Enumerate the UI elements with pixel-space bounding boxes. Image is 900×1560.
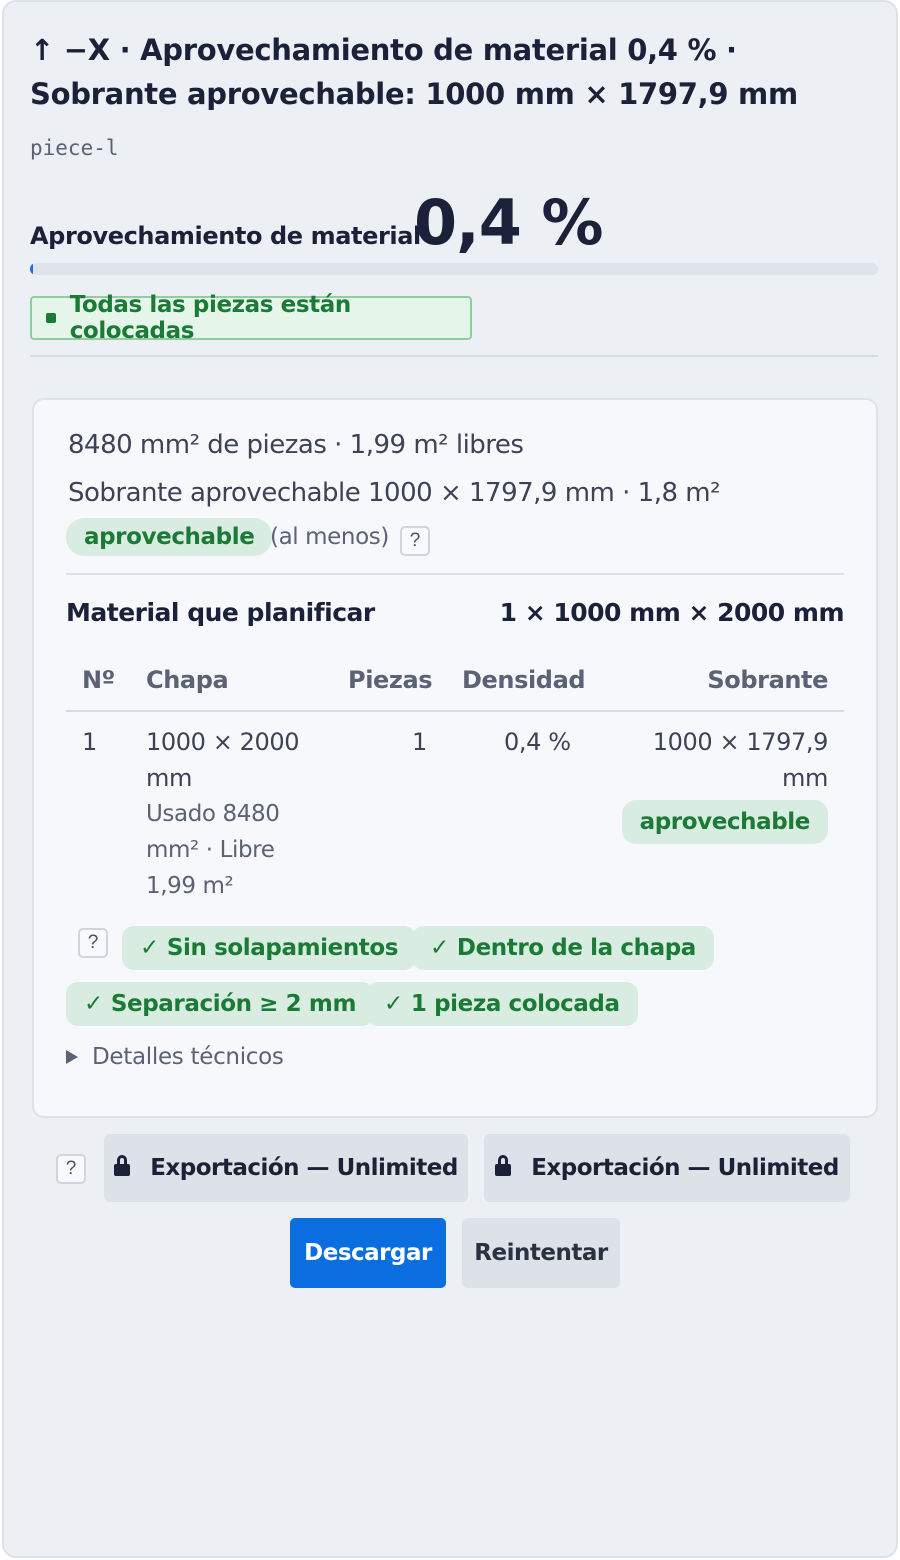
checkmark-icon: ✓	[84, 991, 103, 1017]
technical-details-label: Detalles técnicos	[92, 1044, 284, 1070]
material-plan-label: Material que planificar	[66, 598, 375, 627]
export-help-button[interactable]: ?	[56, 1154, 86, 1184]
check-no-overlaps: ✓ Sin solapamientos	[122, 926, 417, 970]
status-dot-icon	[46, 313, 56, 323]
card-divider	[66, 573, 844, 575]
checks-help-button[interactable]: ?	[78, 928, 108, 958]
disclosure-triangle-icon	[66, 1050, 78, 1064]
check-label: 1 pieza colocada	[410, 991, 620, 1017]
check-inside-sheet: ✓ Dentro de la chapa	[412, 926, 714, 970]
status-badge: Todas las piezas están colocadas	[30, 292, 472, 344]
row-sheet-detail: Usado 8480 mm² · Libre 1,99 m²	[146, 801, 280, 899]
check-pieces-placed: ✓ 1 pieza colocada	[366, 982, 638, 1026]
piece-id: piece-l	[30, 136, 119, 160]
column-header-pieces: Piezas	[348, 666, 433, 694]
checkmark-icon: ✓	[140, 935, 159, 961]
download-button[interactable]: Descargar	[290, 1218, 446, 1288]
row-sheet: 1000 × 2000 mm Usado 8480 mm² · Libre 1,…	[146, 724, 326, 904]
table-header-rule	[66, 710, 844, 712]
checkmark-icon: ✓	[430, 935, 449, 961]
utilization-progress-bar	[30, 263, 878, 275]
utilization-progress-fill	[30, 263, 34, 275]
export-button-label: Exportación — Unlimited	[150, 1155, 458, 1181]
row-number: 1	[82, 728, 97, 756]
column-header-number: Nº	[82, 666, 115, 694]
leftover-qualifier: (al menos)	[270, 524, 389, 550]
utilization-metric: Aprovechamiento de material 0,4 %	[30, 182, 880, 262]
export-button-label: Exportación — Unlimited	[531, 1155, 839, 1181]
results-panel: ↑ −X · Aprovechamiento de material 0,4 %…	[2, 0, 898, 1558]
check-label: Separación ≥ 2 mm	[110, 991, 357, 1017]
check-label: Sin solapamientos	[166, 935, 399, 961]
sheet-summary-card: 8480 mm² de piezas · 1,99 m² libres Sobr…	[32, 398, 878, 1118]
status-text: Todas las piezas están colocadas	[69, 292, 352, 344]
row-leftover: 1000 × 1797,9 mm	[652, 728, 829, 792]
divider	[30, 355, 878, 357]
result-title: ↑ −X · Aprovechamiento de material 0,4 %…	[30, 33, 798, 111]
pieces-area-summary: 8480 mm² de piezas · 1,99 m² libres	[68, 430, 524, 460]
lock-icon	[114, 1155, 131, 1179]
checkmark-icon: ✓	[384, 991, 403, 1017]
leftover-usable-tag: aprovechable	[66, 518, 273, 556]
row-leftover-tag: aprovechable	[621, 800, 828, 844]
retry-button[interactable]: Reintentar	[462, 1218, 620, 1288]
row-pieces: 1	[412, 728, 427, 756]
column-header-leftover: Sobrante	[707, 666, 828, 694]
row-sheet-size: 1000 × 2000 mm	[146, 728, 300, 792]
leftover-summary: Sobrante aprovechable 1000 × 1797,9 mm ·…	[68, 478, 721, 508]
row-density: 0,4 %	[504, 728, 571, 756]
export-button-1[interactable]: Exportación — Unlimited	[104, 1134, 468, 1202]
column-header-density: Densidad	[462, 666, 586, 694]
column-header-sheet: Chapa	[146, 666, 229, 694]
check-spacing: ✓ Separación ≥ 2 mm	[66, 982, 375, 1026]
leftover-help-button[interactable]: ?	[400, 526, 430, 556]
lock-icon	[495, 1155, 512, 1179]
utilization-value: 0,4 %	[414, 186, 604, 259]
utilization-label: Aprovechamiento de material	[30, 222, 421, 250]
export-button-2[interactable]: Exportación — Unlimited	[484, 1134, 850, 1202]
material-plan-value: 1 × 1000 mm × 2000 mm	[499, 598, 845, 627]
check-label: Dentro de la chapa	[456, 935, 696, 961]
technical-details-toggle[interactable]: Detalles técnicos	[66, 1044, 284, 1070]
